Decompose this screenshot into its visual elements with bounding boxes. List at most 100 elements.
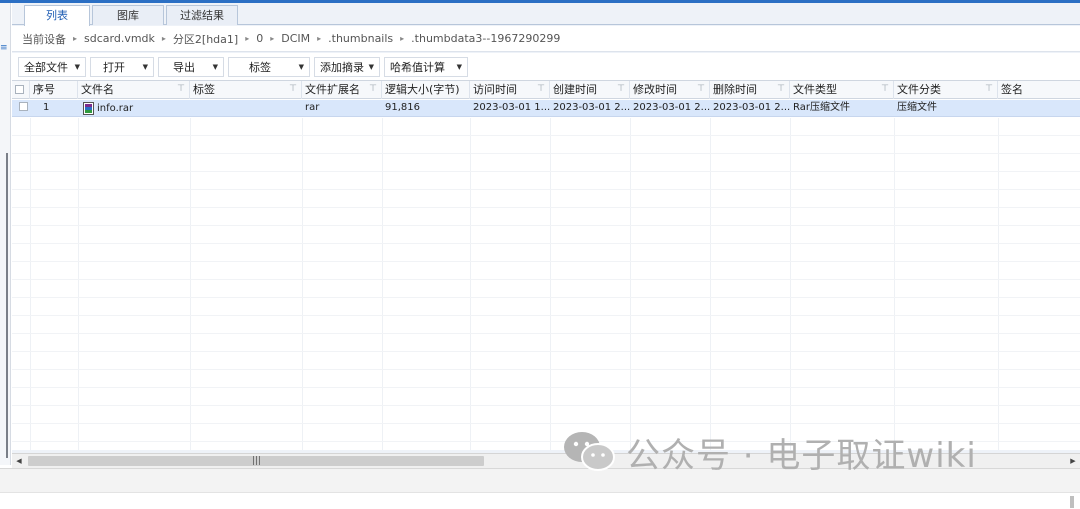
- grid-line: [12, 423, 1080, 424]
- hash-calc-button[interactable]: 哈希值计算 ▼: [384, 56, 468, 77]
- tab-gallery[interactable]: 图库: [92, 5, 164, 25]
- column-label: 逻辑大小(字节): [385, 83, 460, 96]
- column-label: 创建时间: [553, 83, 597, 96]
- filter-icon[interactable]: ⊤: [537, 81, 545, 98]
- panel-grip-icon[interactable]: ≡: [0, 38, 8, 58]
- filter-icon[interactable]: ⊤: [985, 81, 993, 98]
- cell-index: 1: [43, 102, 50, 113]
- dropdown-caret-icon: ▼: [212, 62, 218, 71]
- cell-filetype: Rar压缩文件: [793, 102, 850, 113]
- grid-line: [998, 118, 999, 450]
- grid-line: [12, 297, 1080, 298]
- column-header-accessed[interactable]: 访问时间 ⊤: [470, 81, 550, 99]
- grid-line: [12, 369, 1080, 370]
- filter-icon[interactable]: ⊤: [617, 81, 625, 98]
- breadcrumb-item-dcim[interactable]: DCIM: [281, 32, 310, 45]
- grid-line: [12, 279, 1080, 280]
- column-label: 序号: [33, 83, 55, 96]
- column-header-created[interactable]: 创建时间 ⊤: [550, 81, 630, 99]
- column-header-signature[interactable]: 签名: [998, 81, 1080, 99]
- filter-icon[interactable]: ⊤: [289, 81, 297, 98]
- column-label: 文件扩展名: [305, 83, 360, 96]
- row-select-cell[interactable]: [16, 100, 30, 117]
- column-header-index[interactable]: 序号: [30, 81, 78, 99]
- breadcrumb-separator-icon: ▸: [400, 34, 405, 43]
- grid-line: [12, 261, 1080, 262]
- breadcrumb-separator-icon: ▸: [270, 34, 275, 43]
- column-header-modified[interactable]: 修改时间 ⊤: [630, 81, 710, 99]
- grid-line: [550, 118, 551, 450]
- dropdown-caret-icon: ▼: [74, 62, 80, 71]
- cell-created: 2023-03-01 2...: [553, 102, 630, 113]
- breadcrumb-item-thumbnails[interactable]: .thumbnails: [328, 32, 393, 45]
- grid-line: [12, 171, 1080, 172]
- breadcrumb-item-partition[interactable]: 分区2[hda1]: [173, 31, 238, 47]
- filter-icon[interactable]: ⊤: [177, 81, 185, 98]
- filter-icon[interactable]: ⊤: [777, 81, 785, 98]
- breadcrumb-separator-icon: ▸: [317, 34, 322, 43]
- dropdown-caret-icon: ▼: [456, 62, 462, 71]
- column-header-tag[interactable]: 标签 ⊤: [190, 81, 302, 99]
- add-excerpt-button[interactable]: 添加摘录 ▼: [314, 56, 380, 77]
- open-button[interactable]: 打开 ▼: [90, 56, 154, 77]
- column-header-size[interactable]: 逻辑大小(字节): [382, 81, 470, 99]
- hash-calc-label: 哈希值计算: [390, 60, 445, 74]
- breadcrumb-separator-icon: ▸: [161, 34, 166, 43]
- breadcrumb: 当前设备 ▸ sdcard.vmdk ▸ 分区2[hda1] ▸ 0 ▸ DCI…: [12, 26, 1080, 52]
- cell-tag: [190, 100, 302, 117]
- grid-line: [12, 405, 1080, 406]
- cell-filename[interactable]: info.rar: [80, 100, 190, 117]
- filter-icon[interactable]: ⊤: [697, 81, 705, 98]
- breadcrumb-item-image[interactable]: sdcard.vmdk: [84, 32, 155, 45]
- grid-line: [12, 189, 1080, 190]
- column-header-category[interactable]: 文件分类 ⊤: [894, 81, 998, 99]
- filename-text: info.rar: [97, 102, 134, 114]
- breadcrumb-item-thumbdata[interactable]: .thumbdata3--1967290299: [411, 32, 560, 45]
- watermark-text: 公众号 · 电子取证wiki: [626, 435, 977, 476]
- breadcrumb-item-device[interactable]: 当前设备: [22, 31, 66, 47]
- grid-line: [894, 118, 895, 450]
- column-label: 删除时间: [713, 83, 757, 96]
- export-label: 导出: [173, 60, 195, 74]
- filter-icon[interactable]: ⊤: [881, 81, 889, 98]
- column-header-filetype[interactable]: 文件类型 ⊤: [790, 81, 894, 99]
- status-bar: [0, 492, 1080, 509]
- column-header-extension[interactable]: 文件扩展名 ⊤: [302, 81, 382, 99]
- cell-size: 91,816: [385, 102, 420, 113]
- scroll-left-icon[interactable]: ◀: [12, 454, 26, 468]
- column-label: 文件类型: [793, 83, 837, 96]
- dropdown-caret-icon: ▼: [142, 62, 148, 71]
- grid-line: [12, 225, 1080, 226]
- column-header-deleted[interactable]: 删除时间 ⊤: [710, 81, 790, 99]
- tab-list[interactable]: 列表: [24, 5, 90, 26]
- tab-filter-results[interactable]: 过滤结果: [166, 5, 238, 25]
- scroll-right-icon[interactable]: ▶: [1066, 454, 1080, 468]
- grid-line: [12, 243, 1080, 244]
- tag-label: 标签: [249, 60, 271, 74]
- header-select-all[interactable]: [12, 81, 30, 99]
- export-button[interactable]: 导出 ▼: [158, 56, 224, 77]
- row-checkbox[interactable]: [19, 102, 28, 111]
- column-label: 修改时间: [633, 83, 677, 96]
- tab-bar: 列表 图库 过滤结果: [12, 3, 1080, 26]
- left-side-panel: ≡: [0, 3, 11, 465]
- grid-line: [12, 387, 1080, 388]
- left-panel-scrollbar[interactable]: [6, 153, 8, 458]
- watermark: 公众号 · 电子取证wiki: [560, 428, 977, 476]
- breadcrumb-item-root[interactable]: 0: [256, 32, 263, 45]
- filter-icon[interactable]: ⊤: [369, 81, 377, 98]
- table-row[interactable]: 1 info.rar rar 91,816 2023-03-01 1... 20…: [12, 100, 1080, 117]
- tag-button[interactable]: 标签 ▼: [228, 56, 310, 77]
- all-files-dropdown[interactable]: 全部文件 ▼: [18, 56, 86, 77]
- toolbar: 全部文件 ▼ 打开 ▼ 导出 ▼ 标签 ▼ 添加摘录 ▼ 哈希值计算 ▼: [12, 53, 1080, 80]
- all-files-label: 全部文件: [24, 60, 68, 74]
- cell-signature: [998, 100, 1080, 117]
- grid-line: [190, 118, 191, 450]
- cell-deleted: 2023-03-01 2...: [713, 102, 790, 113]
- select-all-checkbox[interactable]: [15, 85, 24, 94]
- column-header-filename[interactable]: 文件名 ⊤: [78, 81, 190, 99]
- scroll-grip-icon: |||: [252, 456, 262, 466]
- dropdown-caret-icon: ▼: [368, 62, 374, 71]
- grid-line: [12, 207, 1080, 208]
- grid-line: [12, 315, 1080, 316]
